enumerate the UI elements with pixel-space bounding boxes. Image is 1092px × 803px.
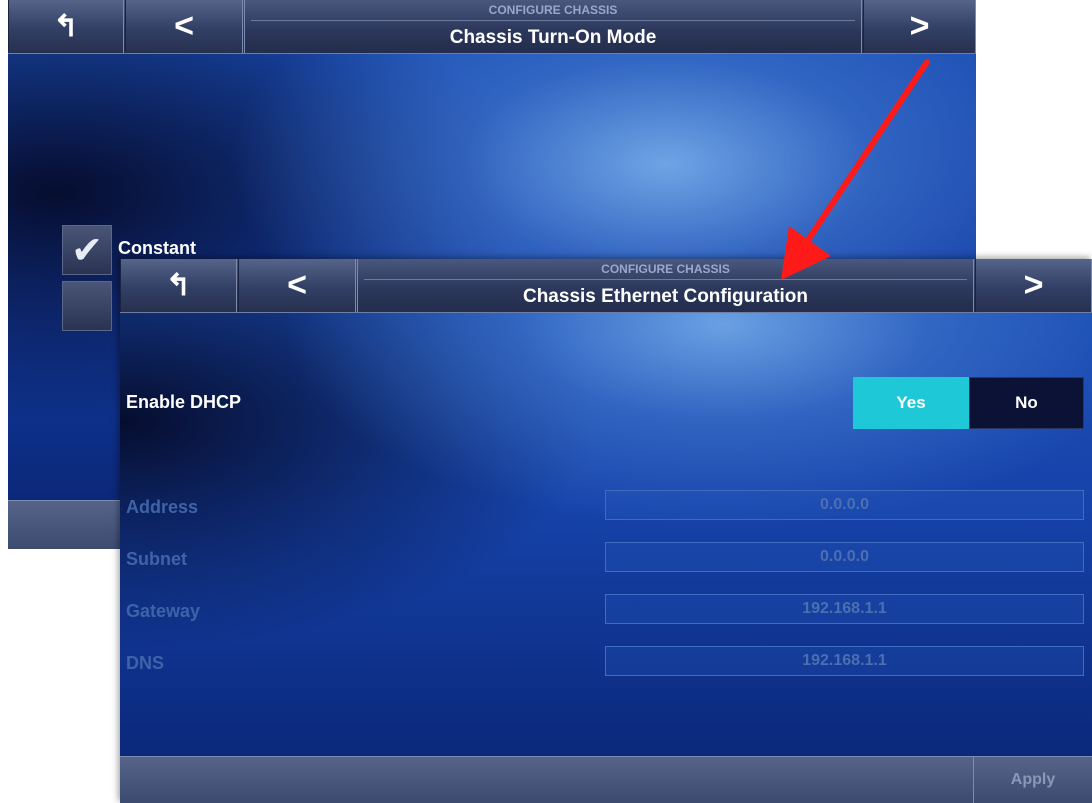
arrow-head-icon [781, 226, 831, 280]
arrow-shaft [797, 59, 930, 255]
annotation-arrow [781, 59, 930, 280]
